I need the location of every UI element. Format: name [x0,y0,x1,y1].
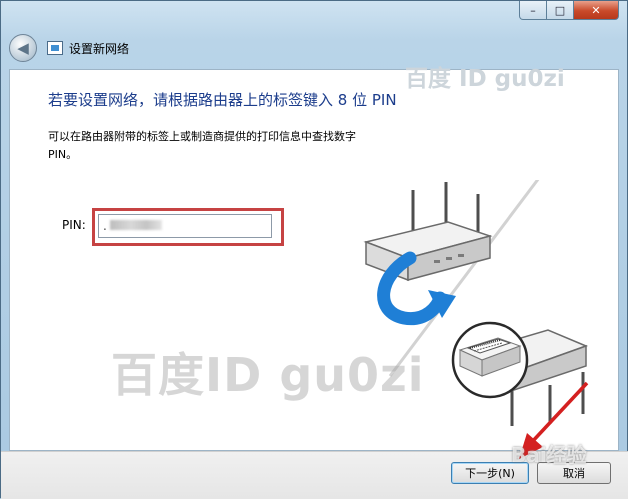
pin-label-magnifier [451,321,529,399]
pin-label: PIN: [62,218,86,232]
caption-buttons: – □ ✕ [519,1,619,20]
window-title: 设置新网络 [69,41,130,56]
cancel-button[interactable]: 取消 [537,462,611,484]
content-pane: 若要设置网络，请根据路由器上的标签键入 8 位 PIN 可以在路由器附带的标签上… [9,69,619,451]
back-button[interactable]: ◀ [9,34,37,62]
title-bar: ◀ 设置新网络 [9,31,129,65]
page-heading: 若要设置网络，请根据路由器上的标签键入 8 位 PIN [48,91,397,109]
router-icon [363,221,493,282]
router-illustration [363,180,589,426]
footer-bar: 下一步(N) 取消 [1,451,628,499]
close-button[interactable]: ✕ [574,1,619,20]
network-setup-icon [47,41,63,55]
maximize-button[interactable]: □ [547,1,574,20]
next-button[interactable]: 下一步(N) [451,462,529,484]
back-arrow-icon: ◀ [17,39,29,57]
pin-obscured-value [110,220,162,230]
minimize-button[interactable]: – [519,1,547,20]
pin-description: 可以在路由器附带的标签上或制造商提供的打印信息中查找数字 PIN。 [48,130,356,161]
setup-network-window: – □ ✕ ◀ 设置新网络 若要设置网络，请根据路由器上的标签键入 8 位 PI… [0,0,628,499]
